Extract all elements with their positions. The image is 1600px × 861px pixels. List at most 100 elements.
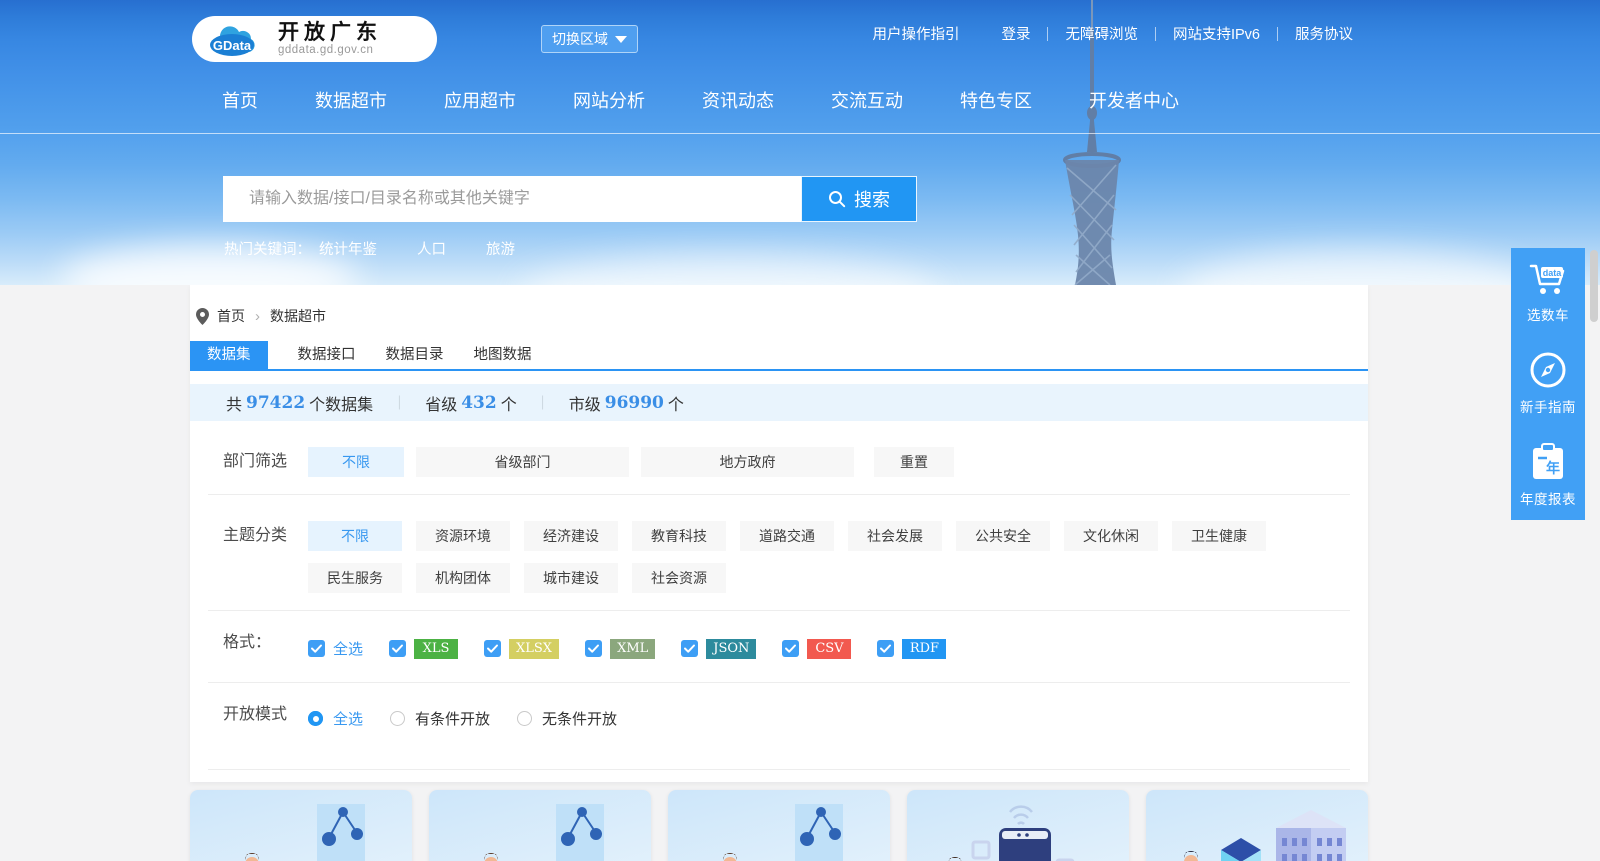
tab-data-api[interactable]: 数据接口 (298, 341, 356, 369)
reset-button[interactable]: 重置 (874, 447, 954, 477)
format-tag: XLSX (509, 638, 560, 659)
top-link-login[interactable]: 登录 (1001, 23, 1030, 44)
svg-text:年: 年 (1546, 460, 1560, 476)
format-filter-section: 格式： 全选 XLS XLSX XML JSON CSV RDF (208, 611, 1350, 683)
site-domain: gddata.gd.gov.cn (278, 43, 374, 56)
top-link-accessibility[interactable]: 无障碍浏览 (1065, 23, 1138, 44)
svg-text:GData: GData (213, 38, 252, 53)
theme-option[interactable]: 道路交通 (740, 521, 834, 551)
theme-option[interactable]: 资源环境 (416, 521, 510, 551)
theme-option[interactable]: 卫生健康 (1172, 521, 1266, 551)
format-tag: RDF (902, 638, 947, 659)
person-chart-coins-illustration (723, 804, 843, 861)
hot-keyword-yearbook[interactable]: 统计年鉴 (319, 238, 377, 259)
nav-item-interaction[interactable]: 交流互动 (831, 87, 903, 113)
dataset-card[interactable] (1146, 790, 1368, 861)
search-button[interactable]: 搜索 (801, 176, 917, 222)
format-tag: CSV (807, 638, 852, 659)
breadcrumb-separator: › (255, 307, 260, 325)
search-input[interactable] (223, 176, 801, 222)
tab-data-catalog[interactable]: 数据目录 (386, 341, 444, 369)
theme-option[interactable]: 社会发展 (848, 521, 942, 551)
open-mode-all[interactable]: 全选 (308, 708, 363, 729)
gdata-cloud-icon: GData (210, 26, 255, 56)
hot-keyword-population[interactable]: 人口 (417, 238, 446, 259)
nav-item-news[interactable]: 资讯动态 (702, 87, 774, 113)
format-option-json[interactable]: JSON (681, 638, 757, 659)
sidebar-item-data-cart[interactable]: data 选数车 (1511, 248, 1585, 336)
theme-option[interactable]: 城市建设 (524, 563, 618, 593)
format-option-rdf[interactable]: RDF (877, 638, 947, 659)
theme-option[interactable]: 教育科技 (632, 521, 726, 551)
nav-item-developer-center[interactable]: 开发者中心 (1089, 87, 1179, 113)
radio-unselected-icon[interactable] (517, 711, 533, 726)
theme-option[interactable]: 公共安全 (956, 521, 1050, 551)
top-header: GData 开放广东 gddata.gd.gov.cn 切换区域 用户操作指引 … (0, 0, 1600, 67)
cloud-decoration (520, 255, 940, 285)
breadcrumb-home[interactable]: 首页 (217, 306, 245, 326)
dept-option-provincial[interactable]: 省级部门 (416, 447, 629, 477)
format-tag: XLS (414, 638, 459, 659)
format-option-xlsx[interactable]: XLSX (484, 638, 560, 659)
nav-item-home[interactable]: 首页 (222, 87, 258, 113)
format-select-all[interactable]: 全选 (308, 638, 363, 659)
top-link-ipv6[interactable]: 网站支持IPv6 (1173, 23, 1260, 44)
hot-keywords-label: 热门关键词： (224, 242, 311, 258)
person-chart-coins-illustration (484, 804, 604, 861)
radio-unselected-icon[interactable] (390, 711, 406, 726)
site-logo[interactable]: GData 开放广东 gddata.gd.gov.cn (192, 16, 437, 62)
search-icon (829, 191, 846, 208)
dataset-card[interactable] (190, 790, 412, 861)
sidebar-item-beginner-guide[interactable]: 新手指南 (1511, 336, 1585, 428)
checkbox-checked-icon[interactable] (782, 640, 800, 657)
format-option-xls[interactable]: XLS (389, 638, 459, 659)
dataset-tabs: 数据集 数据接口 数据目录 地图数据 (190, 341, 1368, 371)
theme-option[interactable]: 民生服务 (308, 563, 402, 593)
tab-map-data[interactable]: 地图数据 (474, 341, 532, 369)
top-link-user-guide[interactable]: 用户操作指引 (872, 23, 959, 44)
checkbox-checked-icon[interactable] (484, 640, 502, 657)
format-filter-label: 格式： (223, 634, 272, 651)
open-mode-unconditional[interactable]: 无条件开放 (517, 708, 617, 729)
theme-option[interactable]: 文化休闲 (1064, 521, 1158, 551)
format-option-xml[interactable]: XML (585, 638, 656, 659)
checkbox-checked-icon[interactable] (681, 640, 699, 657)
department-filter-section: 部门筛选 不限 省级部门 地方政府 重置 (208, 421, 1350, 495)
nav-item-site-analysis[interactable]: 网站分析 (573, 87, 645, 113)
dept-option-local-gov[interactable]: 地方政府 (641, 447, 854, 477)
hero-search: 搜索 (223, 176, 917, 222)
open-mode-conditional[interactable]: 有条件开放 (390, 708, 490, 729)
checkbox-checked-icon[interactable] (585, 640, 603, 657)
dataset-card[interactable] (429, 790, 651, 861)
utility-links: 用户操作指引 登录 无障碍浏览 网站支持IPv6 服务协议 (872, 0, 1353, 67)
dept-option-all[interactable]: 不限 (308, 447, 404, 477)
theme-option[interactable]: 社会资源 (632, 563, 726, 593)
department-filter-label: 部门筛选 (223, 453, 288, 470)
top-link-service-agreement[interactable]: 服务协议 (1295, 23, 1353, 44)
nav-item-data-market[interactable]: 数据超市 (315, 87, 387, 113)
stats-bar: 共 97422 个数据集 ｜ 省级 432 个 ｜ 市级 96990 个 (190, 384, 1368, 421)
city-count: 96990 (604, 392, 664, 413)
theme-option-all[interactable]: 不限 (308, 521, 402, 551)
logo-text: 开放广东 gddata.gd.gov.cn (278, 21, 382, 56)
scrollbar-thumb[interactable] (1590, 250, 1598, 322)
nav-item-app-market[interactable]: 应用超市 (444, 87, 516, 113)
theme-option[interactable]: 机构团体 (416, 563, 510, 593)
theme-filter-section: 主题分类 不限 资源环境 经济建设 教育科技 道路交通 社会发展 公共安全 文化… (208, 495, 1350, 611)
divider (1047, 26, 1049, 41)
dataset-card[interactable] (907, 790, 1129, 861)
sidebar-item-annual-report[interactable]: 年 年度报表 (1511, 428, 1585, 520)
dataset-card[interactable] (668, 790, 890, 861)
theme-option[interactable]: 经济建设 (524, 521, 618, 551)
hot-keywords: 热门关键词： 统计年鉴 人口 旅游 (224, 238, 515, 259)
hot-keyword-tourism[interactable]: 旅游 (486, 238, 515, 259)
tab-dataset[interactable]: 数据集 (190, 341, 268, 369)
region-switch-button[interactable]: 切换区域 (541, 25, 638, 53)
format-option-csv[interactable]: CSV (782, 638, 852, 659)
checkbox-checked-icon[interactable] (308, 640, 325, 657)
radio-selected-icon[interactable] (308, 711, 323, 726)
checkbox-checked-icon[interactable] (877, 640, 895, 657)
svg-text:data: data (1543, 268, 1563, 278)
checkbox-checked-icon[interactable] (389, 640, 407, 657)
nav-item-special-zone[interactable]: 特色专区 (960, 87, 1032, 113)
